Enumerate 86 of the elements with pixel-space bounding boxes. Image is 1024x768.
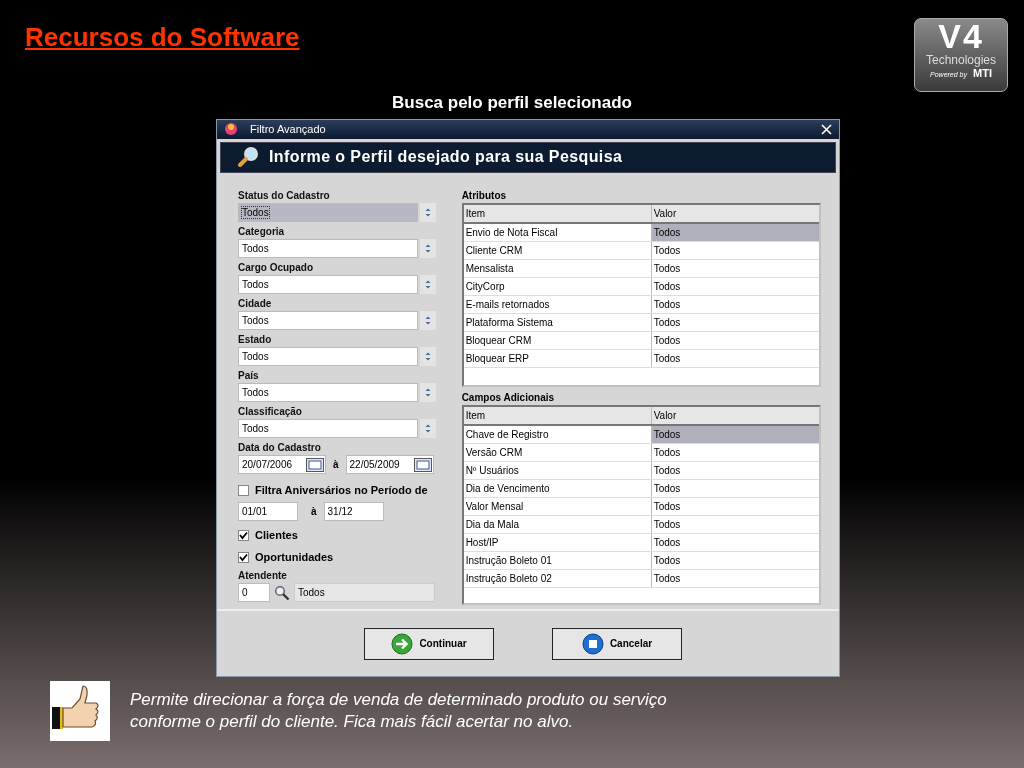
calendar-icon[interactable] — [413, 457, 432, 472]
field-label: Atendente — [238, 569, 288, 584]
table-cell[interactable]: Instrução Boleto 01 — [463, 552, 652, 570]
table-cell[interactable]: CityCorp — [463, 278, 652, 296]
checkbox[interactable] — [238, 551, 249, 563]
dropdown-field[interactable]: Todos — [238, 311, 418, 331]
date-field[interactable]: 31/12 — [323, 502, 384, 522]
table-cell[interactable]: Bloquear CRM — [463, 332, 652, 350]
table-cell[interactable]: Envio de Nota Fiscal — [463, 224, 652, 242]
dropdown-field[interactable]: Todos — [238, 203, 418, 223]
table-cell[interactable]: Cliente CRM — [463, 242, 652, 260]
field-label: Cargo Ocupado — [238, 261, 314, 276]
table-cell[interactable]: Todos — [651, 444, 819, 462]
name-field: Todos — [294, 583, 435, 603]
table-cell[interactable]: Chave de Registro — [463, 426, 652, 444]
column-header[interactable]: Valor — [651, 205, 819, 223]
table-cell[interactable]: Todos — [651, 462, 819, 480]
banner-heading: Informe o Perfil desejado para sua Pesquisa — [269, 148, 623, 167]
stop-icon — [581, 632, 604, 655]
table-title: Atributos — [461, 189, 508, 204]
table-cell[interactable]: Versão CRM — [463, 444, 652, 462]
table-cell[interactable]: Bloquear ERP — [463, 350, 652, 368]
continue-button[interactable]: Continuar — [364, 627, 494, 660]
arrow-right-icon — [391, 632, 414, 655]
field-label: Categoria — [238, 225, 286, 240]
checkbox-label: Clientes — [255, 529, 298, 542]
date-field[interactable]: 22/05/2009 — [345, 455, 434, 475]
table-cell[interactable]: Nº Usuários — [463, 462, 652, 480]
table-cell[interactable]: E-mails retornados — [463, 296, 652, 314]
dropdown-field[interactable]: Todos — [238, 419, 418, 439]
date-field[interactable]: 20/07/2006 — [238, 455, 326, 475]
dropdown-field[interactable]: Todos — [238, 239, 418, 259]
magnifier-icon — [237, 146, 261, 169]
dropdown-field[interactable]: Todos — [238, 383, 418, 403]
table-cell[interactable]: Instrução Boleto 02 — [463, 570, 652, 588]
table-cell[interactable]: Todos — [651, 350, 819, 368]
table-cell[interactable]: Todos — [651, 426, 819, 444]
field-label: Status do Cadastro — [238, 189, 331, 204]
app-icon — [224, 122, 238, 137]
caption-text: Permite direcionar a força de venda de determinado produto ou serviço conforme o perfil do cliente. Fica mais fácil acertar no alvo. — [130, 689, 668, 733]
table-cell[interactable]: Todos — [651, 498, 819, 516]
field-label: Classificação — [238, 405, 303, 420]
field-label: Estado — [238, 333, 273, 348]
dropdown-field[interactable]: Todos — [238, 347, 418, 367]
table-cell[interactable]: Dia de Vencimento — [463, 480, 652, 498]
table-cell[interactable]: Todos — [651, 480, 819, 498]
table-cell[interactable]: Todos — [651, 296, 819, 314]
checkbox[interactable] — [238, 529, 249, 541]
table-title: Campos Adicionais — [461, 391, 556, 406]
thumbs-up-icon — [50, 681, 110, 741]
table-cell[interactable]: Todos — [651, 278, 819, 296]
table-cell[interactable]: Todos — [651, 314, 819, 332]
search-icon[interactable] — [274, 584, 290, 601]
checkbox-label: Filtra Aniversários no Período de — [255, 484, 428, 497]
table-cell[interactable]: Valor Mensal — [463, 498, 652, 516]
column-header[interactable]: Valor — [651, 407, 819, 425]
window-title: Filtro Avançado — [250, 123, 327, 136]
code-field[interactable]: 0 — [238, 583, 270, 603]
dropdown-field[interactable]: Todos — [238, 275, 418, 295]
table-cell[interactable]: Todos — [651, 332, 819, 350]
table-cell[interactable]: Plataforma Sistema — [463, 314, 652, 332]
table-cell[interactable]: Todos — [651, 242, 819, 260]
table-cell[interactable]: Todos — [651, 516, 819, 534]
table-cell[interactable]: Todos — [651, 552, 819, 570]
table-cell[interactable]: Todos — [651, 224, 819, 242]
date-field[interactable]: 01/01 — [238, 502, 298, 522]
slide-subtitle: Busca pelo perfil selecionado — [391, 93, 633, 113]
close-icon[interactable] — [821, 123, 832, 135]
field-label: Data do Cadastro — [238, 441, 322, 456]
range-separator: à — [333, 459, 339, 471]
table-cell[interactable]: Host/IP — [463, 534, 652, 552]
column-header[interactable]: Item — [463, 407, 652, 425]
checkbox-label: Oportunidades — [255, 551, 334, 564]
table-cell[interactable]: Todos — [651, 570, 819, 588]
table-cell[interactable]: Mensalista — [463, 260, 652, 278]
calendar-icon[interactable] — [306, 457, 324, 472]
field-label: Cidade — [238, 297, 273, 312]
column-header[interactable]: Item — [463, 205, 652, 223]
table-cell[interactable]: Todos — [651, 534, 819, 552]
table-cell[interactable]: Todos — [651, 260, 819, 278]
range-separator: à — [311, 506, 317, 518]
table-cell[interactable]: Dia da Mala — [463, 516, 652, 534]
slide-title: Recursos do Software — [25, 22, 300, 53]
field-label: País — [238, 369, 260, 384]
cancel-button[interactable]: Cancelar — [552, 627, 682, 660]
checkbox[interactable] — [238, 484, 249, 496]
